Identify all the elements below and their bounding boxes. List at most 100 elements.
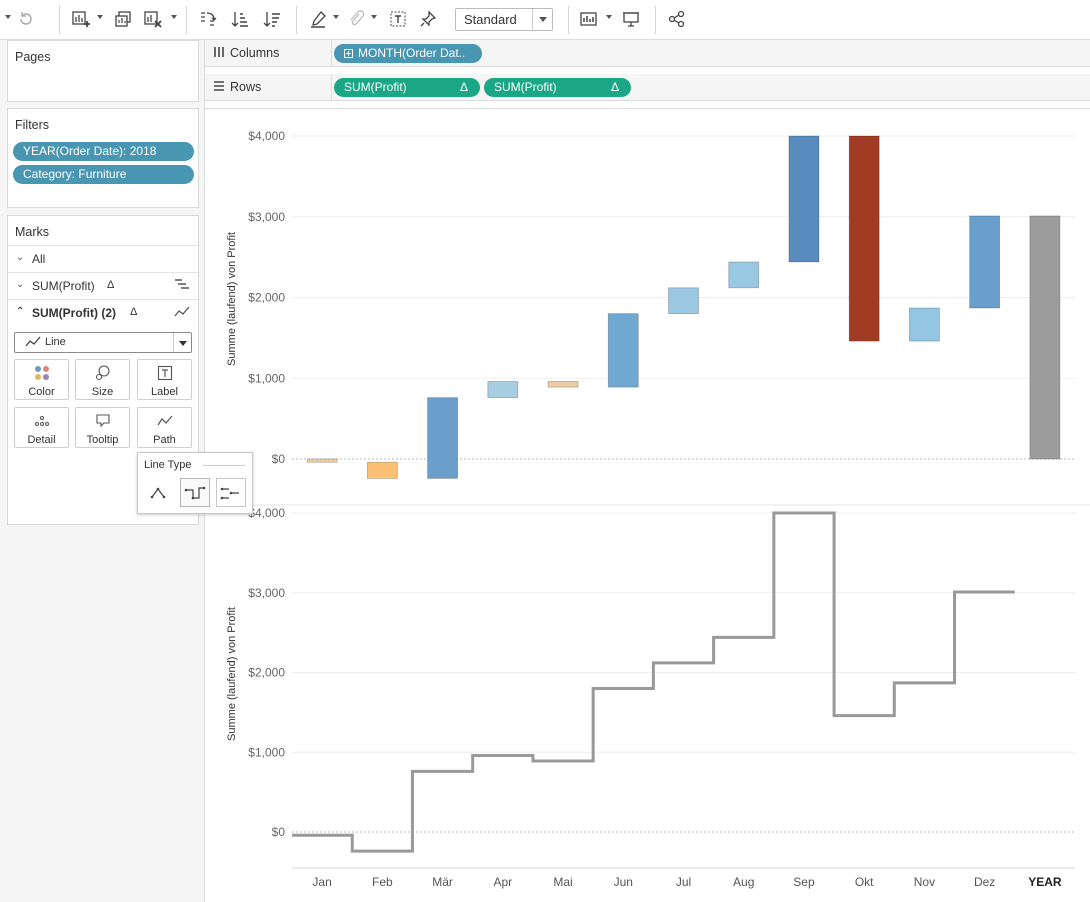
filter-pill-year[interactable]: YEAR(Order Date): 2018 (13, 142, 194, 161)
path-button[interactable]: Path (137, 407, 192, 448)
chevron-down-icon: ⌄ (16, 279, 25, 290)
group-icon (345, 8, 367, 30)
clear-sheet-icon[interactable] (142, 8, 164, 30)
path-icon (157, 415, 173, 426)
detail-button[interactable]: Detail (14, 407, 69, 448)
waterfall-bar-mär (427, 397, 458, 479)
filter-pill-category[interactable]: Category: Furniture (13, 165, 194, 184)
pin-icon[interactable] (417, 8, 439, 30)
chevron-up-icon: ⌃ (16, 306, 25, 317)
y-tick-label: $3,000 (248, 210, 285, 224)
rows-shelf-label: Rows (230, 80, 262, 94)
color-button-label: Color (28, 386, 55, 398)
line-type-jump-button[interactable] (216, 478, 246, 507)
gantt-mark-icon (174, 278, 190, 295)
rows-pill-profit-2[interactable]: SUM(Profit) Δ (484, 78, 631, 97)
size-button[interactable]: Size (75, 359, 130, 400)
columns-pill-month[interactable]: MONTH(Order Dat.. (334, 44, 482, 63)
waterfall-bar-feb (366, 461, 398, 479)
chevron-down-icon: ⌄ (16, 252, 25, 263)
show-labels-icon[interactable] (387, 8, 409, 30)
x-tick-label: Aug (733, 875, 754, 889)
group-caret (371, 15, 377, 19)
linear-line-icon (150, 487, 166, 499)
sort-descending-icon[interactable] (261, 8, 283, 30)
step-line-icon (184, 486, 206, 500)
popup-divider (203, 465, 245, 466)
rows-pill-profit-1[interactable]: SUM(Profit) Δ (334, 78, 480, 97)
line-type-linear-button[interactable] (144, 478, 174, 507)
detail-button-label: Detail (27, 434, 56, 446)
presentation-icon[interactable] (620, 8, 642, 30)
x-tick-label: Jun (614, 875, 633, 889)
y-tick-label: $3,000 (248, 586, 285, 600)
expand-plus-icon[interactable] (344, 49, 353, 58)
detail-icon (35, 416, 49, 426)
y-tick-label: $0 (272, 825, 286, 839)
waterfall-bar-okt (848, 135, 880, 342)
x-tick-label: Jul (676, 875, 691, 889)
toolbar: Standard (0, 0, 1090, 40)
marks-layer-1-row[interactable]: ⌄ SUM(Profit) Δ (8, 272, 198, 299)
x-tick-label: Okt (855, 875, 874, 889)
waterfall-bar-aug (728, 261, 760, 289)
view-size-value: Standard (464, 12, 517, 27)
undo-dropdown-caret[interactable] (5, 15, 11, 19)
view-area: $0 $1,000 $2,000 $3,000 $4,000 Summe (laufend… (205, 108, 1090, 902)
chart-canvas[interactable]: $0 $1,000 $2,000 $3,000 $4,000 Summe (laufend… (205, 109, 1090, 902)
tooltip-button[interactable]: Tooltip (75, 407, 130, 448)
show-me-icon[interactable] (579, 8, 601, 30)
new-worksheet-icon[interactable] (70, 8, 92, 30)
size-button-label: Size (91, 386, 114, 398)
mark-type-value: Line (45, 336, 66, 348)
filters-card[interactable]: Filters YEAR(Order Date): 2018 Category:… (7, 108, 199, 208)
highlight-icon[interactable] (307, 8, 329, 30)
label-button[interactable]: Label (137, 359, 192, 400)
columns-drop-zone[interactable]: MONTH(Order Dat.. (331, 40, 1090, 67)
x-tick-label: Apr (493, 875, 512, 889)
marks-all-row[interactable]: ⌄ All (8, 245, 198, 272)
show-me-caret[interactable] (606, 15, 612, 19)
mark-type-select[interactable]: Line (14, 332, 192, 353)
columns-pill-label: MONTH(Order Dat.. (358, 46, 466, 60)
waterfall-bar-sep (788, 135, 820, 263)
swap-axes-icon[interactable] (197, 8, 219, 30)
redo-icon[interactable] (15, 8, 37, 30)
waterfall-bar-mai (547, 381, 579, 388)
path-button-label: Path (153, 434, 176, 446)
clear-sheet-caret[interactable] (171, 15, 177, 19)
line-type-popup: Line Type (137, 452, 253, 514)
duplicate-sheet-icon[interactable] (112, 8, 134, 30)
line-mark-icon (25, 336, 41, 355)
toolbar-separator (59, 6, 60, 34)
toolbar-separator (568, 6, 569, 34)
size-icon (95, 365, 110, 381)
highlight-caret[interactable] (333, 15, 339, 19)
rows-icon (213, 80, 225, 95)
label-icon (157, 365, 173, 381)
y-tick-label: $2,000 (248, 291, 285, 305)
x-tick-label: Nov (914, 875, 935, 889)
line-type-step-button[interactable] (180, 478, 210, 507)
marks-title: Marks (15, 225, 50, 239)
table-calc-delta-icon: Δ (107, 279, 115, 291)
sort-ascending-icon[interactable] (229, 8, 251, 30)
view-size-select[interactable]: Standard (455, 8, 553, 31)
rows-pill-label: SUM(Profit) (344, 80, 407, 94)
label-button-label: Label (151, 386, 178, 398)
share-icon[interactable] (666, 8, 688, 30)
x-tick-label: Sep (793, 875, 815, 889)
pages-card[interactable]: Pages (7, 40, 199, 102)
columns-shelf[interactable]: Columns MONTH(Order Dat.. (205, 40, 1090, 67)
chevron-down-icon (173, 333, 191, 352)
marks-layer-2-row[interactable]: ⌃ SUM(Profit) (2) Δ (8, 299, 198, 326)
rows-shelf[interactable]: Rows SUM(Profit) Δ SUM(Profit) Δ (205, 74, 1090, 101)
y-tick-label: $1,000 (248, 371, 285, 385)
x-tick-label: Jan (312, 875, 331, 889)
line-type-title: Line Type (144, 459, 192, 471)
rows-drop-zone[interactable]: SUM(Profit) Δ SUM(Profit) Δ (331, 74, 1090, 101)
y-axis-title: Summe (laufend) von Profit (226, 232, 238, 366)
tooltip-icon (96, 414, 110, 428)
new-worksheet-caret[interactable] (97, 15, 103, 19)
color-button[interactable]: Color (14, 359, 69, 400)
